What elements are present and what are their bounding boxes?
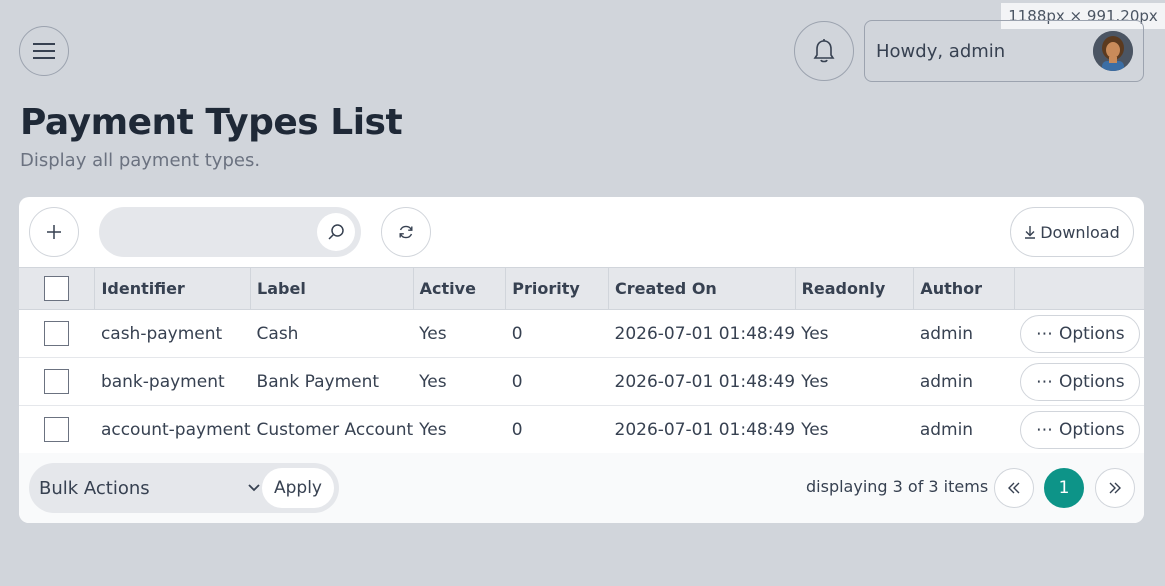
add-button[interactable] — [29, 207, 79, 257]
cell-active: Yes — [419, 323, 447, 344]
cell-label: Cash — [256, 323, 299, 344]
select-all-cell — [19, 267, 96, 310]
download-icon — [1025, 226, 1036, 239]
ellipsis-icon: ⋯ — [1035, 371, 1053, 392]
cell-created-on: 2026-07-01 01:48:49 — [614, 323, 796, 344]
cell-author: admin — [919, 323, 974, 344]
cell-readonly: Yes — [801, 323, 829, 344]
row-checkbox[interactable] — [44, 369, 70, 394]
download-label: Download — [1040, 222, 1120, 242]
table-row: cash-payment Cash Yes 0 2026-07-01 01:48… — [19, 310, 1144, 358]
cell-actions: ⋯ Options — [1014, 310, 1144, 358]
cell-author: admin — [919, 419, 974, 440]
avatar — [1093, 31, 1133, 71]
user-menu[interactable]: Howdy, admin — [864, 20, 1144, 82]
cell-actions: ⋯ Options — [1014, 406, 1144, 454]
options-label: Options — [1058, 371, 1125, 392]
table-header-row: Identifier Label Active Priority Created… — [19, 267, 1144, 310]
cell-actions: ⋯ Options — [1014, 358, 1144, 406]
cell-identifier: bank-payment — [100, 371, 225, 392]
menu-icon — [33, 43, 55, 59]
search-box — [99, 207, 361, 257]
options-button[interactable]: ⋯ Options — [1020, 314, 1141, 353]
payment-types-card: Download Identifier Label Active Priorit… — [19, 197, 1144, 523]
search-input[interactable] — [99, 207, 309, 257]
cell-priority: 0 — [511, 419, 523, 440]
ellipsis-icon: ⋯ — [1035, 419, 1053, 440]
previous-page-button[interactable] — [994, 468, 1034, 508]
select-all-checkbox[interactable] — [44, 276, 70, 301]
column-header-readonly[interactable]: Readonly — [795, 267, 915, 310]
ellipsis-icon: ⋯ — [1035, 323, 1053, 344]
row-checkbox[interactable] — [44, 417, 70, 442]
row-select-cell — [19, 358, 95, 406]
plus-icon — [47, 225, 61, 239]
chevron-down-icon — [248, 484, 260, 492]
cell-author: admin — [919, 371, 974, 392]
table-row: bank-payment Bank Payment Yes 0 2026-07-… — [19, 358, 1144, 406]
cell-created-on: 2026-07-01 01:48:49 — [614, 419, 796, 440]
paging-info: displaying 3 of 3 items — [806, 477, 989, 496]
double-chevron-right-icon — [1109, 482, 1121, 494]
table-row: account-payment Customer Account Yes 0 2… — [19, 406, 1144, 454]
cell-active: Yes — [419, 419, 447, 440]
options-button[interactable]: ⋯ Options — [1020, 410, 1141, 449]
page-title: Payment Types List — [20, 102, 403, 143]
double-chevron-left-icon — [1008, 482, 1020, 494]
next-page-button[interactable] — [1095, 468, 1135, 508]
cell-readonly: Yes — [801, 371, 829, 392]
current-page-button[interactable]: 1 — [1044, 468, 1084, 508]
bulk-actions-group: Bulk Actions Apply — [29, 463, 339, 513]
column-header-identifier[interactable]: Identifier — [94, 267, 252, 310]
bulk-actions-select[interactable]: Bulk Actions — [39, 463, 261, 513]
column-header-author[interactable]: Author — [913, 267, 1015, 310]
page-subtitle: Display all payment types. — [20, 150, 261, 171]
bulk-actions-label: Bulk Actions — [39, 477, 150, 499]
search-button[interactable] — [317, 213, 355, 251]
cell-readonly: Yes — [801, 419, 829, 440]
bell-icon — [813, 39, 835, 63]
cell-created-on: 2026-07-01 01:48:49 — [614, 371, 796, 392]
options-button[interactable]: ⋯ Options — [1020, 362, 1141, 401]
search-icon — [328, 224, 344, 240]
payment-types-table: Identifier Label Active Priority Created… — [19, 267, 1144, 454]
row-select-cell — [19, 310, 95, 358]
cell-label: Customer Account — [256, 419, 414, 440]
column-header-label[interactable]: Label — [250, 267, 414, 310]
column-header-active[interactable]: Active — [413, 267, 507, 310]
cell-priority: 0 — [511, 323, 523, 344]
column-header-actions — [1014, 267, 1144, 310]
menu-button[interactable] — [19, 26, 69, 76]
notifications-button[interactable] — [794, 21, 854, 81]
cell-label: Bank Payment — [256, 371, 380, 392]
refresh-button[interactable] — [381, 207, 431, 257]
refresh-icon — [399, 225, 413, 239]
column-header-created-on[interactable]: Created On — [608, 267, 796, 310]
options-label: Options — [1058, 419, 1125, 440]
download-button[interactable]: Download — [1010, 207, 1134, 257]
apply-button[interactable]: Apply — [262, 468, 334, 508]
cell-identifier: account-payment — [100, 419, 251, 440]
row-checkbox[interactable] — [44, 321, 70, 346]
row-select-cell — [19, 406, 95, 454]
cell-active: Yes — [419, 371, 447, 392]
options-label: Options — [1058, 323, 1125, 344]
greeting-text: Howdy, admin — [876, 40, 1006, 62]
column-header-priority[interactable]: Priority — [505, 267, 610, 310]
table-footer: Bulk Actions Apply displaying 3 of 3 ite… — [19, 453, 1144, 523]
cell-priority: 0 — [511, 371, 523, 392]
cell-identifier: cash-payment — [100, 323, 223, 344]
